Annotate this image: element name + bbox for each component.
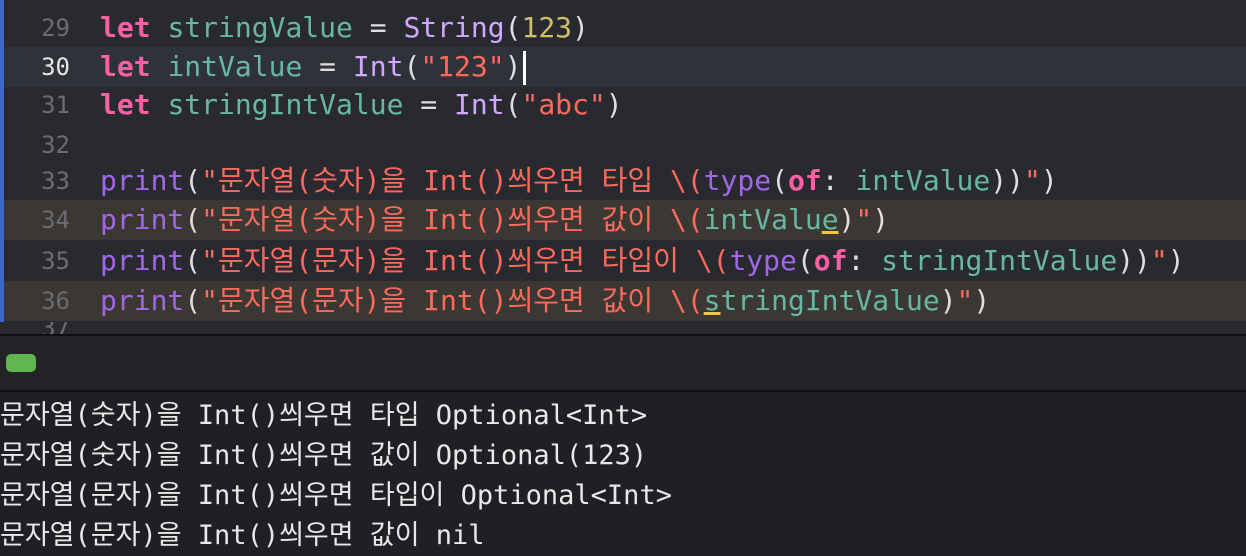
code-text[interactable]: let stringIntValue = Int("abc")	[100, 85, 623, 125]
line-number: 30	[41, 53, 70, 81]
line-number: 29	[41, 14, 70, 42]
code-text[interactable]: let intValue = Int("123")	[100, 47, 527, 87]
code-line[interactable]: 32	[4, 125, 1246, 165]
code-editor[interactable]: 29 let stringValue = String(123) 30 let …	[0, 0, 1246, 334]
line-number: 31	[41, 91, 70, 119]
code-text[interactable]: print("문자열(숫자)을 Int()씌우면 타입 \(type(of: i…	[100, 161, 1058, 201]
code-line-warning[interactable]: 36 print("문자열(문자)을 Int()씌우면 값이 \(stringI…	[4, 281, 1246, 321]
line-number: 36	[41, 287, 70, 315]
code-text[interactable]: let stringValue = String(123)	[100, 8, 589, 48]
line-number: 32	[41, 131, 70, 159]
code-line-warning[interactable]: 34 print("문자열(숫자)을 Int()씌우면 값이 \(intValu…	[4, 200, 1246, 240]
code-line[interactable]: 29 let stringValue = String(123)	[4, 8, 1246, 48]
text-cursor	[523, 51, 527, 85]
code-line[interactable]: 31 let stringIntValue = Int("abc")	[4, 85, 1246, 125]
code-line[interactable]: 35 print("문자열(문자)을 Int()씌우면 타입이 \(type(o…	[4, 241, 1246, 281]
code-text[interactable]: print("문자열(숫자)을 Int()씌우면 값이 \(intValue)"…	[100, 200, 889, 240]
run-status-indicator[interactable]	[6, 354, 36, 372]
console-line: 문자열(숫자)을 Int()씌우면 값이 Optional(123)	[0, 440, 648, 471]
console-line: 문자열(문자)을 Int()씌우면 값이 nil	[0, 520, 485, 551]
line-number: 35	[41, 247, 70, 275]
line-number: 34	[41, 206, 70, 234]
code-line[interactable]: 33 print("문자열(숫자)을 Int()씌우면 타입 \(type(of…	[4, 161, 1246, 201]
code-line-partial: 37	[4, 322, 1246, 334]
code-text[interactable]: print("문자열(문자)을 Int()씌우면 타입이 \(type(of: …	[100, 241, 1185, 281]
warning-underline: e	[821, 203, 839, 236]
console-line: 문자열(숫자)을 Int()씌우면 타입 Optional<Int>	[0, 400, 648, 431]
line-number: 37	[4, 322, 70, 334]
console-line: 문자열(문자)을 Int()씌우면 타입이 Optional<Int>	[0, 480, 672, 511]
code-line-current[interactable]: 30 let intValue = Int("123")	[4, 47, 1246, 87]
debug-area-bar	[0, 336, 1246, 390]
console-output[interactable]: 문자열(숫자)을 Int()씌우면 타입 Optional<Int> 문자열(숫…	[0, 392, 1246, 556]
warning-underline: s	[703, 284, 721, 317]
line-number: 33	[41, 167, 70, 195]
code-text[interactable]: print("문자열(문자)을 Int()씌우면 값이 \(stringIntV…	[100, 281, 990, 321]
